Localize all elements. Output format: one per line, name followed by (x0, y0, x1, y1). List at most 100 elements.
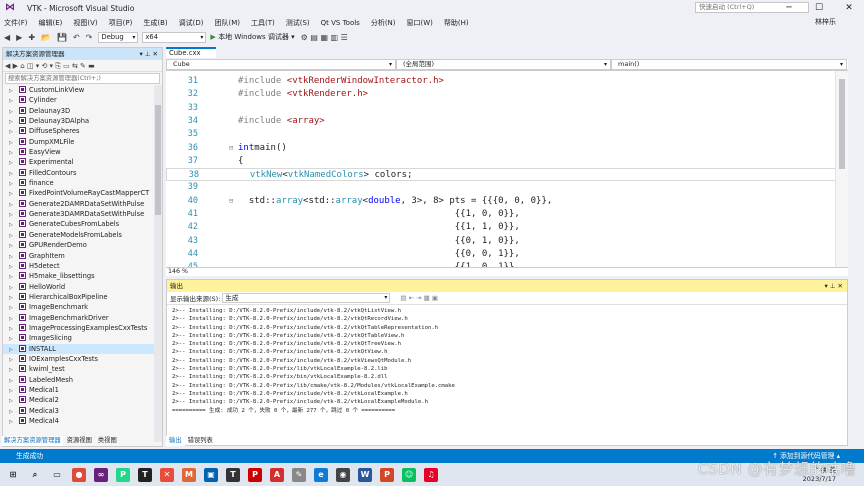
solution-toolbar[interactable]: ◀ ▶ ⌂ ◫ ▾ ⟲ ▾ ⎘ ▭ ⇆ ✎ ▬ (3, 60, 162, 72)
tree-item[interactable]: ▷ INSTALL (3, 343, 162, 354)
search-icon[interactable]: ⌕ (28, 468, 42, 482)
tree-item[interactable]: ▷ FilledContours (3, 168, 162, 178)
redo-icon[interactable]: ↷ (86, 33, 93, 42)
code-line[interactable]: 38 vtkNew<vtkNamedColors> colors; (166, 168, 848, 182)
tree-item[interactable]: ▷ ImageBenchmarkDriver (3, 313, 162, 323)
tree-item[interactable]: ▷ H5detect (3, 261, 162, 271)
xmind-icon[interactable]: ✕ (160, 467, 174, 482)
tree-item[interactable]: ▷ GenerateCubesFromLabels (3, 219, 162, 229)
tab-solution-1[interactable]: 资源视图 (65, 436, 94, 446)
nav-project-select[interactable]: Cube (166, 59, 396, 70)
photos-icon[interactable]: ▣ (204, 467, 218, 482)
tree-item[interactable]: ▷ Generate3DAMRDataSetWithPulse (3, 209, 162, 219)
menu-item[interactable]: 测试(S) (286, 18, 310, 28)
taskview-icon[interactable]: ▭ (50, 468, 64, 482)
output-toolbar-icons[interactable]: ▤ ⇤ ⇥ ▦ ▣ (400, 294, 438, 302)
menu-item[interactable]: Qt VS Tools (321, 19, 360, 27)
tree-item[interactable]: ▷ FixedPointVolumeRayCastMapperCT (3, 188, 162, 198)
toolbar-misc-icons[interactable]: ⚙ ▤ ▦ ▥ ☰ (301, 33, 348, 42)
close-button[interactable]: ✕ (834, 0, 864, 16)
fold-icon[interactable]: ⊟ (229, 195, 233, 208)
nav-scope-select[interactable]: (全局范围) (396, 59, 611, 70)
tree-item[interactable]: ▷ CustomLinkView (3, 85, 162, 95)
tab-output-1[interactable]: 错误列表 (185, 436, 216, 446)
tree-item[interactable]: ▷ H5make_libsettings (3, 271, 162, 281)
camera-icon[interactable]: ◉ (336, 467, 350, 482)
pdf-icon[interactable]: P (248, 467, 262, 482)
edge-icon[interactable]: e (314, 467, 328, 482)
code-line[interactable]: 44 {{0, 0, 1}}, (166, 248, 848, 261)
word-icon[interactable]: W (358, 467, 372, 482)
menu-item[interactable]: 窗口(W) (407, 18, 433, 28)
tree-item[interactable]: ▷ Medical1 (3, 385, 162, 395)
forward-icon[interactable]: ▶ (16, 33, 22, 42)
zoom-level[interactable]: 146 % (166, 267, 848, 276)
tree-item[interactable]: ▷ GPURenderDemo (3, 240, 162, 250)
tree-item[interactable]: ▷ ImageSlicing (3, 333, 162, 343)
code-line[interactable]: 33 (166, 102, 848, 115)
menu-item[interactable]: 团队(M) (214, 18, 240, 28)
undo-icon[interactable]: ↶ (73, 33, 80, 42)
netease-music-icon[interactable]: ♫ (424, 467, 438, 482)
tree-item[interactable]: ▷ IOExamplesCxxTests (3, 354, 162, 364)
save-icon[interactable]: 💾 (57, 33, 67, 42)
pin-icon[interactable]: ▾ ⊥ ✕ (824, 280, 843, 292)
maximize-button[interactable]: ☐ (804, 0, 834, 16)
code-line[interactable]: 39 (166, 181, 848, 194)
code-line[interactable]: 43 {{0, 1, 0}}, (166, 235, 848, 248)
menu-item[interactable]: 视图(V) (73, 18, 97, 28)
code-editor[interactable]: 31 #include <vtkRenderWindowInteractor.h>… (166, 71, 848, 267)
tree-item[interactable]: ▷ DumpXMLFile (3, 137, 162, 147)
tree-item[interactable]: ▷ kwiml_test (3, 364, 162, 374)
menu-item[interactable]: 项目(P) (109, 18, 133, 28)
solution-scrollbar[interactable] (154, 85, 162, 442)
expand-icon[interactable]: ▷ (9, 417, 19, 427)
tab-output-0[interactable]: 输出 (166, 436, 185, 446)
tree-item[interactable]: ▷ Medical2 (3, 395, 162, 405)
minimize-button[interactable]: ─ (774, 0, 804, 16)
menu-item[interactable]: 编辑(E) (39, 18, 63, 28)
windows-start-icon[interactable]: ⊞ (6, 468, 20, 482)
user-name[interactable]: 林梓乐 (815, 17, 836, 27)
new-project-icon[interactable]: ✚ (28, 33, 35, 42)
menu-item[interactable]: 文件(F) (4, 18, 28, 28)
tab-solution-2[interactable]: 类视图 (96, 436, 119, 446)
tab-cube-cxx[interactable]: Cube.cxx (166, 47, 216, 58)
code-line[interactable]: 41 {{1, 0, 0}}, (166, 208, 848, 221)
solution-search-input[interactable]: 搜索解决方案资源管理器(Ctrl+;) (5, 73, 160, 84)
tree-item[interactable]: ▷ finance (3, 178, 162, 188)
code-line[interactable]: 37 { (166, 155, 848, 168)
menu-item[interactable]: 调试(D) (179, 18, 204, 28)
run-debugger-button[interactable]: ▶ 本地 Windows 调试器 ▾ (210, 32, 294, 42)
output-text[interactable]: 2>-- Installing: D:/VTK-8.2.0-Prefix/inc… (167, 305, 847, 430)
output-source-select[interactable]: 生成 (222, 293, 391, 303)
acrobat-icon[interactable]: A (270, 467, 284, 482)
editor-scrollbar[interactable] (835, 71, 848, 267)
tree-item[interactable]: ▷ GraphItem (3, 251, 162, 261)
chrome-icon[interactable]: ● (72, 467, 86, 482)
code-line[interactable]: 35 (166, 128, 848, 141)
tree-item[interactable]: ▷ ImageProcessingExamplesCxxTests (3, 323, 162, 333)
back-icon[interactable]: ◀ (4, 33, 10, 42)
tree-item[interactable]: ▷ GenerateModelsFromLabels (3, 230, 162, 240)
matlab-icon[interactable]: M (182, 467, 196, 482)
tree-item[interactable]: ▷ EasyView (3, 147, 162, 157)
typora-t-icon[interactable]: T (226, 467, 240, 482)
tree-item[interactable]: ▷ Medical3 (3, 406, 162, 416)
tree-item[interactable]: ▷ HelloWorld (3, 282, 162, 292)
wechat-icon[interactable]: ☺ (402, 467, 416, 482)
tree-item[interactable]: ▷ DiffuseSpheres (3, 126, 162, 136)
visual-studio-icon[interactable]: ∞ (94, 467, 108, 482)
menu-item[interactable]: 分析(N) (371, 18, 396, 28)
code-line[interactable]: 32 #include <vtkRenderer.h> (166, 88, 848, 101)
tree-item[interactable]: ▷ Delaunay3D (3, 106, 162, 116)
code-line[interactable]: 42 {{1, 1, 0}}, (166, 221, 848, 234)
tree-item[interactable]: ▷ Cylinder (3, 95, 162, 105)
nav-member-select[interactable]: main() (611, 59, 847, 70)
pin-icon[interactable]: ▾ ⊥ ✕ (139, 48, 158, 60)
menu-item[interactable]: 工具(T) (251, 18, 275, 28)
open-icon[interactable]: 📂 (41, 33, 51, 42)
menu-item[interactable]: 生成(B) (143, 18, 167, 28)
platform-select[interactable]: x64 (142, 31, 207, 43)
tree-item[interactable]: ▷ Experimental (3, 157, 162, 167)
